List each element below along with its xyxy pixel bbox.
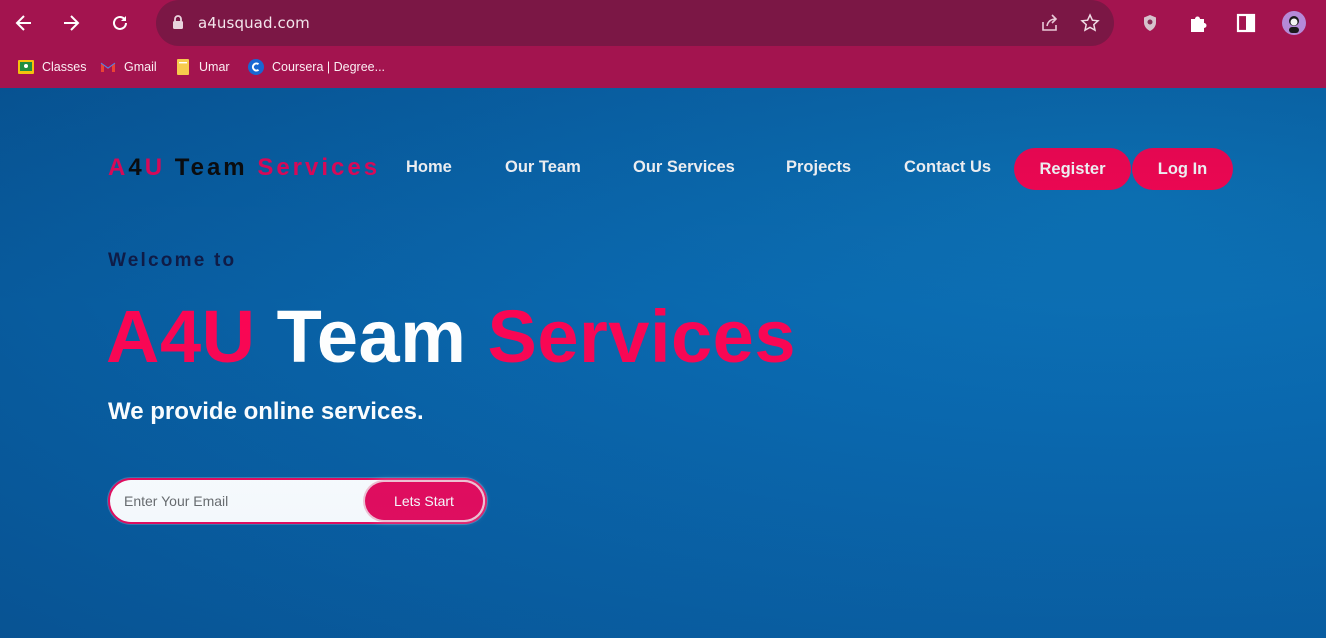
forward-arrow-icon <box>64 15 80 31</box>
bookmark-coursera[interactable]: Coursera | Degree... <box>248 54 385 80</box>
nav-projects[interactable]: Projects <box>786 158 851 177</box>
extensions-button[interactable] <box>1186 11 1210 35</box>
lets-start-button[interactable]: Lets Start <box>365 482 483 520</box>
email-signup-form: Lets Start <box>108 478 487 524</box>
nav-contact-us[interactable]: Contact Us <box>904 158 991 177</box>
nav-our-team[interactable]: Our Team <box>505 158 581 177</box>
bookmark-star-button[interactable] <box>1079 12 1101 34</box>
side-panel-icon <box>1236 13 1256 33</box>
coursera-icon <box>248 59 264 75</box>
bookmark-label: Coursera | Degree... <box>272 60 386 74</box>
welcome-text: Welcome to <box>108 250 237 271</box>
logo-word-team: Team <box>174 154 248 181</box>
browser-chrome: a4usquad.com Classes Gmail Umar Coursera… <box>0 0 1326 88</box>
logo-word-services: Services <box>257 154 381 181</box>
reload-icon <box>113 15 127 30</box>
back-button[interactable] <box>9 8 39 38</box>
star-icon <box>1080 13 1100 32</box>
website-page: A4U Team Services Home Our Team Our Serv… <box>0 88 1326 638</box>
nav-home[interactable]: Home <box>406 158 452 177</box>
bookmark-classes[interactable]: Classes <box>18 54 86 80</box>
hero-word-a4u: A4U <box>106 295 256 378</box>
back-arrow-icon <box>15 15 31 31</box>
puzzle-icon <box>1191 16 1207 32</box>
bookmark-label: Gmail <box>124 60 157 74</box>
login-button[interactable]: Log In <box>1132 148 1233 190</box>
avatar-icon <box>1289 16 1299 33</box>
forward-button[interactable] <box>56 8 86 38</box>
hero-word-services: Services <box>487 295 796 378</box>
lock-icon <box>173 15 183 29</box>
hero-word-team: Team <box>276 295 467 378</box>
share-icon <box>1042 14 1058 31</box>
bookmark-label: Classes <box>42 60 87 74</box>
hero-title: A4U Team Services <box>106 294 796 379</box>
extension-shield-button[interactable] <box>1138 11 1162 35</box>
url-text: a4usquad.com <box>198 14 310 32</box>
shield-icon <box>1144 15 1156 31</box>
share-button[interactable] <box>1039 12 1061 34</box>
bookmark-umar[interactable]: Umar <box>175 54 230 80</box>
site-logo[interactable]: A4U Team Services <box>108 154 380 182</box>
gmail-icon <box>100 59 116 75</box>
profile-avatar[interactable] <box>1282 11 1306 35</box>
logo-digit-4: 4 <box>128 154 145 181</box>
email-input[interactable] <box>124 490 354 512</box>
bookmark-label: Umar <box>199 60 230 74</box>
nav-our-services[interactable]: Our Services <box>633 158 735 177</box>
logo-letter-u: U <box>144 154 166 181</box>
reload-button[interactable] <box>105 8 135 38</box>
register-button[interactable]: Register <box>1014 148 1131 190</box>
browser-toolbar: a4usquad.com <box>0 0 1326 46</box>
folder-icon <box>175 59 191 75</box>
address-bar[interactable]: a4usquad.com <box>156 0 1114 46</box>
bookmarks-bar: Classes Gmail Umar Coursera | Degree... <box>0 54 1326 80</box>
tagline: We provide online services. <box>108 398 424 425</box>
side-panel-button[interactable] <box>1234 11 1258 35</box>
google-classroom-icon <box>18 59 34 75</box>
logo-letter-a: A <box>108 154 129 181</box>
bookmark-gmail[interactable]: Gmail <box>100 54 157 80</box>
